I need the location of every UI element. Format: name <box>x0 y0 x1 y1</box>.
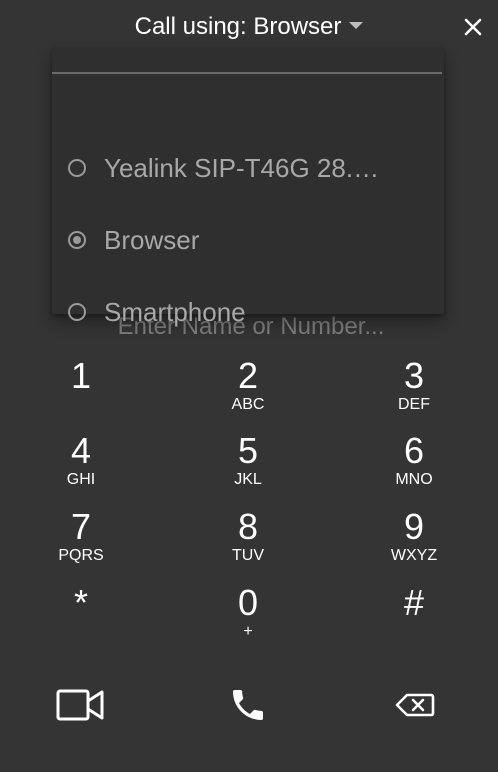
option-smartphone[interactable]: Smartphone <box>68 288 436 336</box>
key-5[interactable]: 5 JKL <box>193 431 303 499</box>
key-digit: # <box>403 582 425 623</box>
key-digit: 9 <box>403 506 425 547</box>
key-0[interactable]: 0 + <box>193 583 303 651</box>
key-letters: ABC <box>231 396 265 413</box>
key-letters: GHI <box>66 471 96 488</box>
close-button[interactable] <box>460 14 486 40</box>
key-letters: WXYZ <box>390 547 438 564</box>
option-browser[interactable]: Browser <box>68 216 436 264</box>
call-using-label: Call using: Browser <box>134 13 342 40</box>
key-2[interactable]: 2 ABC <box>193 356 303 424</box>
key-digit: 1 <box>70 355 92 396</box>
key-digit: 2 <box>237 355 259 396</box>
call-using-selector[interactable]: Call using: Browser <box>0 12 498 42</box>
key-digit: 8 <box>237 506 259 547</box>
video-camera-icon <box>56 689 104 721</box>
phone-icon <box>233 690 263 720</box>
key-letters: MNO <box>395 471 433 488</box>
option-yealink-phone[interactable]: Yealink SIP-T46G 28.… <box>68 144 436 192</box>
key-star[interactable]: * <box>26 583 136 651</box>
key-8[interactable]: 8 TUV <box>193 507 303 575</box>
key-7[interactable]: 7 PQRS <box>26 507 136 575</box>
radio-button-icon[interactable] <box>68 159 86 177</box>
key-digit: 4 <box>70 430 92 471</box>
dialer-window: Call using: Browser 1 2 ABC 3 DEF 4 GHI … <box>0 0 498 772</box>
key-digit: 0 <box>237 582 259 623</box>
key-letters: DEF <box>398 396 430 413</box>
key-hash[interactable]: # <box>359 583 469 651</box>
radio-button-checked-icon[interactable] <box>68 231 86 249</box>
key-1[interactable]: 1 <box>26 356 136 424</box>
key-letters: + <box>243 623 253 640</box>
caret-down-icon <box>349 22 364 30</box>
key-9[interactable]: 9 WXYZ <box>359 507 469 575</box>
close-icon <box>464 18 482 36</box>
option-label: Smartphone <box>104 296 246 327</box>
key-digit: 6 <box>403 430 425 471</box>
key-3[interactable]: 3 DEF <box>359 356 469 424</box>
key-letters: JKL <box>234 471 262 488</box>
key-digit: * <box>73 582 88 623</box>
option-label: Browser <box>104 224 200 255</box>
key-digit: 3 <box>403 355 425 396</box>
backspace-button[interactable] <box>385 680 445 730</box>
backspace-icon <box>395 693 435 717</box>
key-6[interactable]: 6 MNO <box>359 431 469 499</box>
call-button[interactable] <box>218 680 278 730</box>
key-digit: 5 <box>237 430 259 471</box>
key-letters: PQRS <box>58 547 104 564</box>
action-bar <box>0 680 498 730</box>
radio-button-icon[interactable] <box>68 303 86 321</box>
key-letters: TUV <box>232 547 264 564</box>
key-digit: 7 <box>70 506 92 547</box>
call-using-dropdown-menu: Yealink SIP-T46G 28.… Browser Smartphone <box>52 48 444 327</box>
key-4[interactable]: 4 GHI <box>26 431 136 499</box>
dropdown-divider <box>52 72 442 74</box>
video-call-button[interactable] <box>52 680 112 730</box>
option-label: Yealink SIP-T46G 28.… <box>104 152 380 183</box>
